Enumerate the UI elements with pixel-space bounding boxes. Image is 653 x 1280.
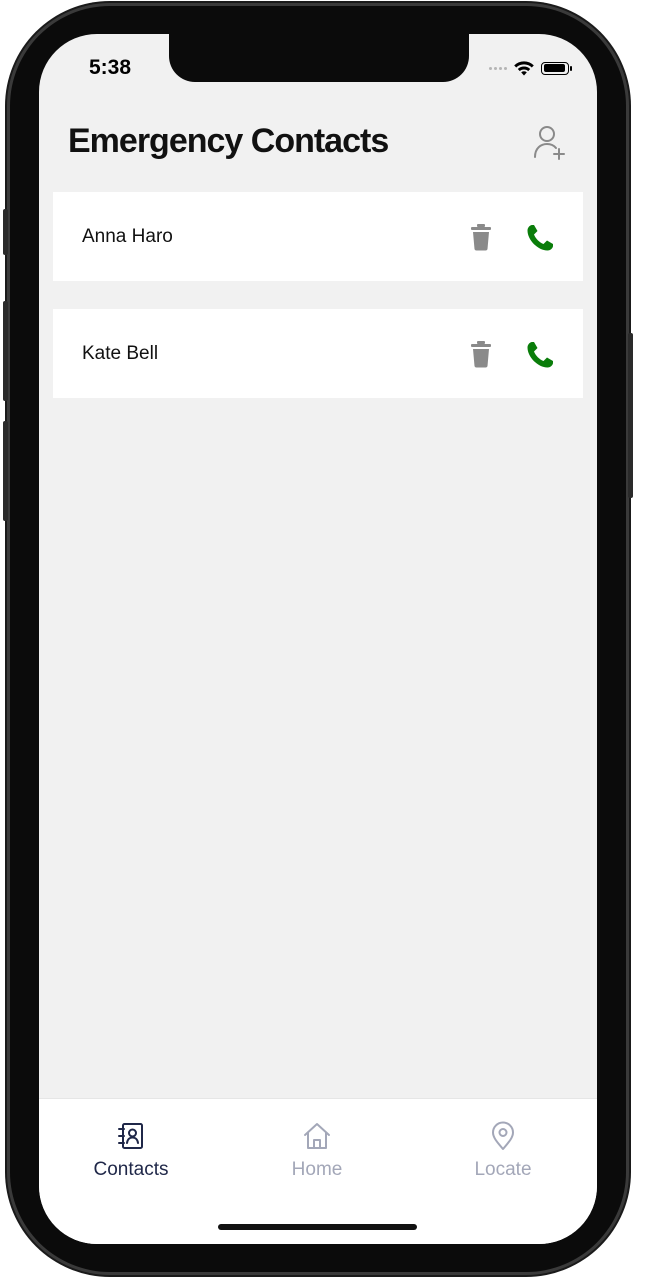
tab-contacts[interactable]: Contacts [61, 1121, 201, 1181]
contact-name: Kate Bell [82, 343, 159, 364]
call-contact-button[interactable] [525, 223, 555, 253]
tab-locate[interactable]: Locate [433, 1121, 573, 1181]
trash-icon [471, 224, 491, 251]
power-button [628, 333, 633, 498]
call-contact-button[interactable] [525, 340, 555, 370]
contact-card[interactable]: Anna Haro [53, 192, 583, 281]
status-time: 5:38 [89, 56, 132, 79]
status-icons [489, 58, 572, 78]
tab-label: Contacts [93, 1159, 169, 1180]
page-title: Emergency Contacts [68, 122, 389, 160]
contacts-book-icon [118, 1123, 143, 1149]
contact-card[interactable]: Kate Bell [53, 309, 583, 398]
location-pin-icon [492, 1121, 514, 1150]
add-person-icon [534, 126, 565, 160]
tab-label: Locate [474, 1159, 532, 1180]
contact-name: Anna Haro [82, 226, 173, 247]
phone-icon [527, 342, 553, 368]
home-icon [304, 1123, 330, 1149]
phone-icon [527, 225, 553, 251]
wifi-icon [514, 60, 534, 75]
trash-icon [471, 341, 491, 368]
mute-switch [3, 209, 8, 255]
volume-down-button [3, 421, 8, 521]
tab-label: Home [291, 1159, 343, 1180]
cellular-signal-icon [489, 66, 507, 70]
app-screen: 5:38 Emergency Contacts Anna Haro Kate B… [39, 34, 597, 1244]
tab-home[interactable]: Home [247, 1121, 387, 1181]
add-contact-button[interactable] [533, 124, 567, 162]
volume-up-button [3, 301, 8, 401]
battery-fill [543, 64, 565, 72]
delete-contact-button[interactable] [468, 340, 494, 368]
delete-contact-button[interactable] [468, 223, 494, 251]
home-indicator [218, 1224, 417, 1230]
notch [169, 34, 469, 82]
battery-icon [541, 61, 572, 75]
tab-bar: Contacts Home Locate [39, 1098, 597, 1244]
